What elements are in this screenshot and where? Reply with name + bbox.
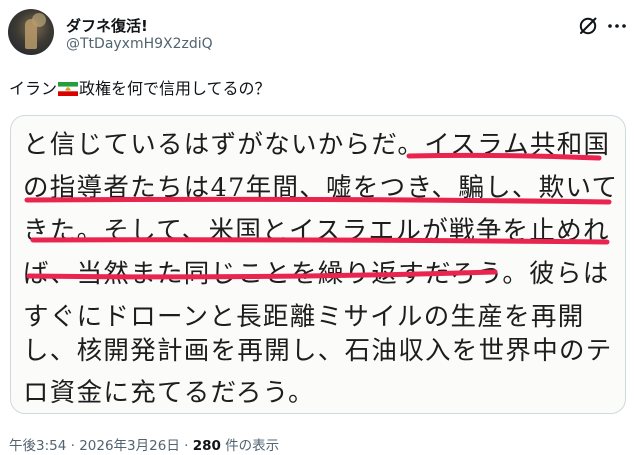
grok-icon[interactable] xyxy=(577,15,599,37)
tweet-metadata: 午後3:54 · 2026年3月26日 · 280 件の表示 xyxy=(9,434,279,454)
more-options-icon[interactable] xyxy=(607,19,627,33)
tweet-text-part-1: イラン xyxy=(9,79,58,98)
underline-1 xyxy=(406,152,602,161)
separator: · xyxy=(66,438,80,454)
views-label: 件の表示 xyxy=(220,438,280,454)
avatar[interactable] xyxy=(8,9,54,55)
tweet-text-part-2: 政権を何で信用してるの？ xyxy=(79,79,271,98)
avatar-figure xyxy=(25,19,37,49)
red-underlines xyxy=(24,152,612,280)
separator: · xyxy=(179,438,193,454)
tweet-date[interactable]: 2026年3月26日 xyxy=(79,438,180,454)
iran-flag-icon xyxy=(58,82,79,96)
underline-4 xyxy=(26,269,498,280)
underline-2 xyxy=(24,196,612,205)
tweet-time[interactable]: 午後3:54 xyxy=(9,438,66,454)
underline-3 xyxy=(30,237,610,245)
author-handle[interactable]: @TtDayxmH9X2zdiQ xyxy=(66,36,213,52)
tweet-text: イラン 政権を何で信用してるの？ xyxy=(9,78,271,100)
attached-image[interactable]: と信じているはずがないからだ。イスラム共和国 の指導者たちは47年間、嘘をつき、… xyxy=(10,115,626,414)
views-count: 280 xyxy=(192,438,221,454)
author-display-name[interactable]: ダフネ復活! xyxy=(66,15,148,36)
